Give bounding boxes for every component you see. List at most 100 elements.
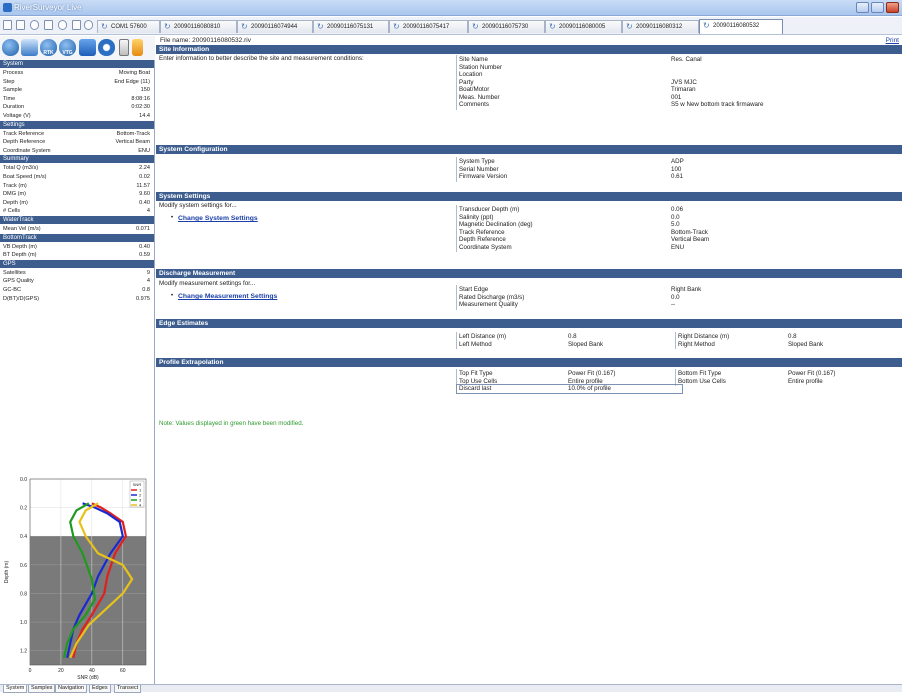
compass-icon[interactable] [21, 39, 38, 56]
system-row-label: Process [3, 70, 24, 76]
file-tab[interactable]: COM1 57600 [97, 20, 160, 33]
system-row: Process Moving Boat [0, 69, 154, 77]
y-axis-label: Depth (m) [4, 561, 10, 584]
discard-last-box[interactable] [456, 384, 683, 394]
system-config-label: Serial Number [459, 165, 499, 173]
system-settings-label: Depth Reference [459, 236, 506, 243]
summary-row: # Cells 4 [0, 207, 154, 215]
bullet-icon: • [171, 215, 174, 221]
x-axis-label: SNR (dB) [77, 675, 99, 681]
system-section-header: System [0, 60, 154, 68]
gps-row: D(BT)/D(GPS) 0.975 [0, 295, 154, 303]
gps-row-label: GPS Quality [3, 278, 34, 285]
y-tick-label: 0.2 [20, 506, 27, 512]
app-icon [3, 3, 12, 12]
x-tick-label: 0 [29, 668, 32, 674]
system-settings-label: Transducer Depth (m) [459, 206, 520, 213]
file-tab[interactable]: 20090116075730 [468, 20, 545, 33]
summary-row-value: 11.57 [136, 182, 150, 189]
site-information-description: Enter information to better describe the… [159, 55, 364, 62]
file-tab[interactable]: 20090116075417 [389, 20, 468, 33]
connect-icon[interactable] [30, 20, 39, 30]
settings-row-value: ENU [138, 147, 150, 154]
file-tab[interactable]: 20090116075131 [313, 20, 389, 33]
system-settings-label: Track Reference [459, 228, 505, 236]
maximize-button[interactable] [871, 2, 884, 13]
watertrack-row-label: Mean Vel (m/s) [3, 226, 41, 232]
system-settings-value: Vertical Beam [671, 236, 710, 243]
bottomtrack-row-label: VB Depth (m) [3, 243, 37, 250]
system-row: Voltage (V) 14.4 [0, 112, 154, 120]
bottomtrack-section-header: BottomTrack [0, 233, 154, 242]
file-tab[interactable]: 20090116080532 [699, 19, 783, 34]
system-config-label: System Type [459, 158, 495, 165]
system-row-label: Duration [3, 104, 25, 111]
save-icon[interactable] [44, 20, 53, 30]
system-row-value: 150 [140, 87, 150, 94]
adp-icon[interactable] [2, 39, 19, 56]
minimize-button[interactable] [856, 2, 869, 13]
rtk-label: RTK [43, 50, 54, 56]
edge-left-value: Sloped Bank [568, 340, 604, 348]
change-system-settings-link[interactable]: Change System Settings [178, 214, 258, 223]
main-panel: File name: 20090116080532.riv Print Site… [156, 36, 902, 684]
bottomtrack-row: VB Depth (m) 0.40 [0, 243, 154, 251]
system-settings-label: Coordinate System [459, 243, 512, 251]
summary-row-value: 2.24 [139, 165, 150, 172]
edge-left-divider [456, 332, 457, 349]
record-icon[interactable] [132, 39, 143, 56]
summary-row: Total Q (m3/s) 2.24 [0, 164, 154, 172]
title-bar: RiverSurveyor Live [0, 0, 902, 16]
left-panel: RTK VTG System Process Moving Boat Step End … [0, 36, 155, 684]
site-info-label: Boat/Motor [459, 86, 490, 93]
system-row-value: End Edge (11) [114, 78, 150, 85]
summary-row-value: 4 [146, 208, 150, 215]
gear-icon[interactable] [98, 39, 115, 56]
change-measurement-settings-link[interactable]: Change Measurement Settings [178, 292, 277, 301]
site-info-value: Res. Canal [671, 56, 702, 63]
file-tab[interactable]: 20090116080312 [622, 20, 699, 33]
system-row: Step End Edge (11) [0, 78, 154, 86]
settings-icon[interactable] [58, 20, 67, 30]
radio-icon[interactable] [79, 39, 96, 56]
summary-row: Depth (m) 0.40 [0, 199, 154, 207]
summary-row-label: Total Q (m3/s) [3, 165, 39, 172]
site-info-label: Meas. Number [459, 93, 500, 101]
options-icon[interactable] [72, 20, 81, 30]
new-icon[interactable] [3, 20, 12, 30]
file-tab[interactable]: 20090116080005 [545, 20, 622, 33]
system-config-value: ADP [671, 158, 684, 165]
summary-row: Boat Speed (m/s) 0.02 [0, 173, 154, 181]
edge-left-label: Left Distance (m) [459, 333, 507, 340]
system-settings-label: Salinity (ppt) [459, 213, 494, 221]
summary-row-label: # Cells [3, 208, 21, 215]
system-row-label: Time [3, 95, 16, 102]
print-link[interactable]: Print [886, 36, 899, 45]
system-settings-description: Modify system settings for... [159, 202, 237, 209]
y-tick-label: 0.6 [20, 563, 27, 569]
profile-right-value: Entire profile [788, 377, 823, 385]
site-info-value: Trimaran [671, 86, 696, 93]
battery-icon[interactable] [119, 39, 129, 56]
gps-row-value: 0.8 [142, 287, 150, 293]
vtg-icon[interactable]: VTG [59, 39, 76, 56]
file-tab[interactable]: 20090116074944 [237, 20, 313, 33]
discharge-label: Rated Discharge (m3/s) [459, 293, 525, 301]
watertrack-section-header: WaterTrack [0, 216, 154, 224]
y-tick-label: 1.0 [20, 620, 27, 626]
close-button[interactable] [886, 2, 899, 13]
rtk-icon[interactable]: RTK [40, 39, 57, 56]
dropdown-icon[interactable] [84, 20, 93, 30]
site-info-value: S5 w New bottom track firmaware [671, 101, 764, 108]
y-tick-label: 1.2 [20, 649, 27, 655]
bottom-tab-bar: System Samples Navigation Edges Transect [0, 684, 902, 693]
file-tab[interactable]: 20090116080810 [160, 20, 237, 33]
system-settings-value: ENU [671, 243, 685, 251]
gps-row-label: GC-BC [3, 287, 22, 293]
open-icon[interactable] [16, 20, 25, 30]
settings-row-label: Track Reference [3, 130, 45, 137]
gps-row-value: 0.975 [136, 295, 150, 302]
edge-right-value: Sloped Bank [788, 340, 824, 348]
summary-row: Track (m) 11.57 [0, 182, 154, 190]
system-config-value: 100 [671, 165, 682, 173]
